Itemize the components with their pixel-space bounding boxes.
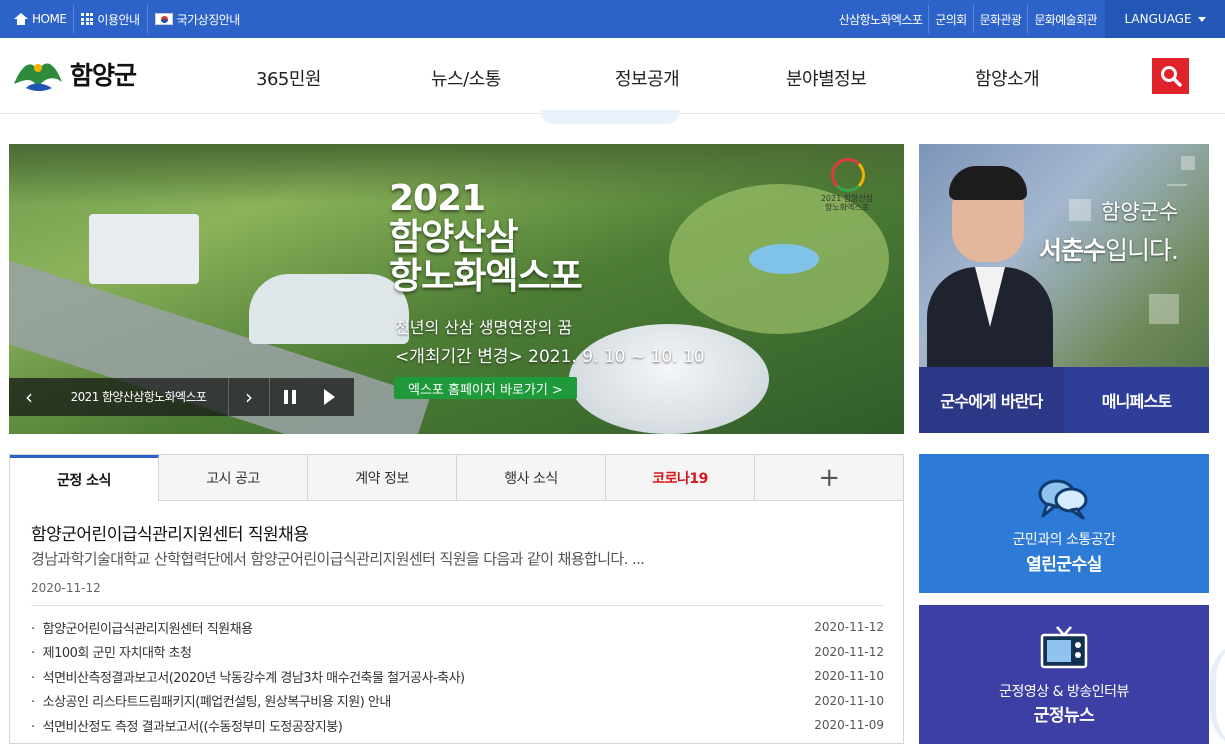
list-item[interactable]: 석면비산정도 측정 결과보고서((수동정부미 도정공장지붕) 2020-11-09 — [31, 713, 884, 738]
mayor-name: 서춘수 — [1039, 236, 1106, 265]
top-bar: HOME 이용안내 국가상징안내 산삼항노화엑스포 군의회 문화관광 문화예술회… — [0, 0, 1225, 38]
main-nav: 365민원 뉴스/소통 정보공개 분야별정보 함양소개 — [0, 38, 1225, 114]
deco-square — [1181, 156, 1195, 170]
tab-covid19[interactable]: 코로나19 — [606, 455, 755, 500]
main-banner[interactable]: 2021 함양산삼 항노화엑스포 2021 함양산삼 항노화엑스포 천년의 산삼… — [9, 144, 904, 434]
mayor-photo — [927, 162, 1053, 367]
nav-item-civil[interactable]: 365민원 — [256, 65, 321, 91]
home-link[interactable]: HOME — [7, 5, 75, 33]
banner-pool — [749, 244, 819, 274]
national-symbol-label: 국가상징안내 — [176, 12, 241, 27]
home-label: HOME — [32, 12, 67, 26]
nav-item-about[interactable]: 함양소개 — [975, 65, 1040, 91]
banner-slide-label[interactable]: 2021 함양산삼항노화엑스포 — [49, 378, 229, 416]
top-links-right: 산삼항노화엑스포 군의회 문화관광 문화예술회관 — [833, 5, 1103, 33]
featured-news-title[interactable]: 함양군어린이급식관리지원센터 직원채용 — [31, 520, 309, 545]
list-item-date: 2020-11-12 — [814, 644, 884, 659]
council-link[interactable]: 군의회 — [928, 5, 972, 33]
usage-guide-link[interactable]: 이용안내 — [74, 5, 148, 33]
language-label: LANGUAGE — [1124, 12, 1192, 26]
tab-events[interactable]: 행사 소식 — [457, 455, 606, 500]
page-decoration — [1210, 640, 1225, 749]
divider — [31, 605, 884, 606]
chevron-right-icon[interactable]: › — [229, 378, 269, 416]
list-item-date: 2020-11-09 — [814, 718, 884, 733]
expo-logo-icon — [831, 158, 865, 192]
list-item[interactable]: 함양군어린이급식관리지원센터 직원채용 2020-11-12 — [31, 615, 884, 640]
expo-link[interactable]: 산삼항노화엑스포 — [833, 5, 929, 33]
play-icon[interactable] — [309, 378, 349, 416]
news-tabs: 군정 소식 고시 공고 계약 정보 행사 소식 코로나19 + — [10, 455, 903, 501]
banner-title: 2021 함양산삼 항노화엑스포 — [389, 178, 583, 297]
featured-news-desc[interactable]: 경남과학기술대학교 산학협력단에서 함양군어린이급식관리지원센터 직원을 다음과… — [31, 548, 645, 569]
county-news-title: 군정뉴스 — [1033, 706, 1095, 726]
manifesto-button[interactable]: 매니페스토 — [1064, 367, 1209, 433]
expo-homepage-button[interactable]: 엑스포 홈페이지 바로가기 > — [394, 377, 577, 399]
culture-tour-link[interactable]: 문화관광 — [972, 5, 1028, 33]
list-item-date: 2020-11-10 — [814, 669, 884, 684]
list-item-title: 석면비산측정결과보고서(2020년 낙동강수계 경남3차 매수건축물 철거공사-… — [31, 667, 465, 686]
usage-guide-label: 이용안내 — [97, 12, 140, 27]
list-item[interactable]: 석면비산측정결과보고서(2020년 낙동강수계 경남3차 매수건축물 철거공사-… — [31, 664, 884, 689]
header-decoration — [540, 110, 680, 124]
list-item-date: 2020-11-10 — [814, 693, 884, 708]
mayor-suffix: 입니다. — [1105, 236, 1179, 265]
chevron-down-icon — [1197, 16, 1206, 22]
list-item-date: 2020-11-12 — [814, 620, 884, 635]
list-item-title: 소상공인 리스타트드림패키지(폐업컨설팅, 원상복구비용 지원) 안내 — [31, 691, 392, 710]
tab-contracts[interactable]: 계약 정보 — [308, 455, 457, 500]
more-plus-icon[interactable]: + — [755, 455, 903, 500]
tv-icon — [1040, 626, 1088, 669]
list-item-title: 제100회 군민 자치대학 초청 — [31, 642, 192, 661]
flag-icon — [154, 13, 173, 25]
speech-bubbles-icon — [1038, 479, 1088, 520]
deco-line — [1167, 184, 1187, 186]
news-board: 군정 소식 고시 공고 계약 정보 행사 소식 코로나19 + 함양군어린이급식… — [9, 454, 904, 744]
banner-subtitle: 천년의 산삼 생명연장의 꿈 — [395, 318, 573, 337]
banner-pavilion — [249, 274, 409, 344]
site-header: 함양군 365민원 뉴스/소통 정보공개 분야별정보 함양소개 — [0, 38, 1225, 114]
ask-mayor-button[interactable]: 군수에게 바란다 — [919, 367, 1064, 433]
county-news-subtitle: 군정영상 & 방송인터뷰 — [999, 684, 1129, 700]
tab-notices[interactable]: 고시 공고 — [159, 455, 308, 500]
list-item[interactable]: 제100회 군민 자치대학 초청 2020-11-12 — [31, 640, 884, 665]
expo-logo-text: 2021 함양산삼 항노화엑스포 — [820, 194, 874, 212]
banner-date: <개최기간 변경> 2021. 9. 10 ~ 10. 10 — [395, 347, 705, 367]
list-item-title: 석면비산정도 측정 결과보고서((수동정부미 도정공장지붕) — [31, 716, 343, 735]
top-links-left: HOME 이용안내 국가상징안내 — [7, 5, 247, 33]
list-item-title: 함양군어린이급식관리지원센터 직원채용 — [31, 618, 253, 637]
list-item[interactable]: 소상공인 리스타트드림패키지(폐업컨설팅, 원상복구비용 지원) 안내 2020-… — [31, 689, 884, 714]
county-news-video-block[interactable]: 군정영상 & 방송인터뷰 군정뉴스 — [919, 605, 1209, 744]
search-icon — [1160, 66, 1182, 87]
news-list: 함양군어린이급식관리지원센터 직원채용 2020-11-12 제100회 군민 자… — [31, 615, 884, 738]
open-office-subtitle: 군민과의 소통공간 — [1012, 532, 1117, 548]
national-symbol-link[interactable]: 국가상징안내 — [148, 5, 247, 33]
chevron-left-icon[interactable]: ‹ — [9, 378, 49, 416]
arts-center-link[interactable]: 문화예술회관 — [1027, 5, 1103, 33]
nav-item-fields[interactable]: 분야별정보 — [786, 65, 867, 91]
banner-building — [89, 214, 199, 284]
language-dropdown[interactable]: LANGUAGE — [1105, 0, 1225, 38]
nav-item-info[interactable]: 정보공개 — [615, 65, 680, 91]
open-office-title: 열린군수실 — [1026, 555, 1102, 575]
deco-square — [1069, 199, 1091, 221]
featured-news-date: 2020-11-12 — [31, 581, 101, 595]
grid-icon — [81, 13, 94, 25]
mayor-intro: 함양군수 — [1101, 200, 1179, 224]
open-mayor-office-block[interactable]: 군민과의 소통공간 열린군수실 — [919, 454, 1209, 593]
tab-county-news[interactable]: 군정 소식 — [10, 455, 159, 501]
deco-square — [1149, 294, 1179, 324]
pause-icon[interactable] — [269, 378, 309, 416]
home-icon — [14, 13, 28, 25]
mayor-panel[interactable]: 함양군수 서춘수입니다. 군수에게 바란다 매니페스토 — [919, 144, 1209, 433]
nav-item-news[interactable]: 뉴스/소통 — [431, 65, 501, 91]
banner-sculpture — [569, 324, 769, 434]
banner-controls: ‹ 2021 함양산삼항노화엑스포 › — [9, 378, 354, 416]
search-button[interactable] — [1152, 58, 1189, 94]
mayor-name-line: 서춘수입니다. — [1039, 231, 1179, 267]
